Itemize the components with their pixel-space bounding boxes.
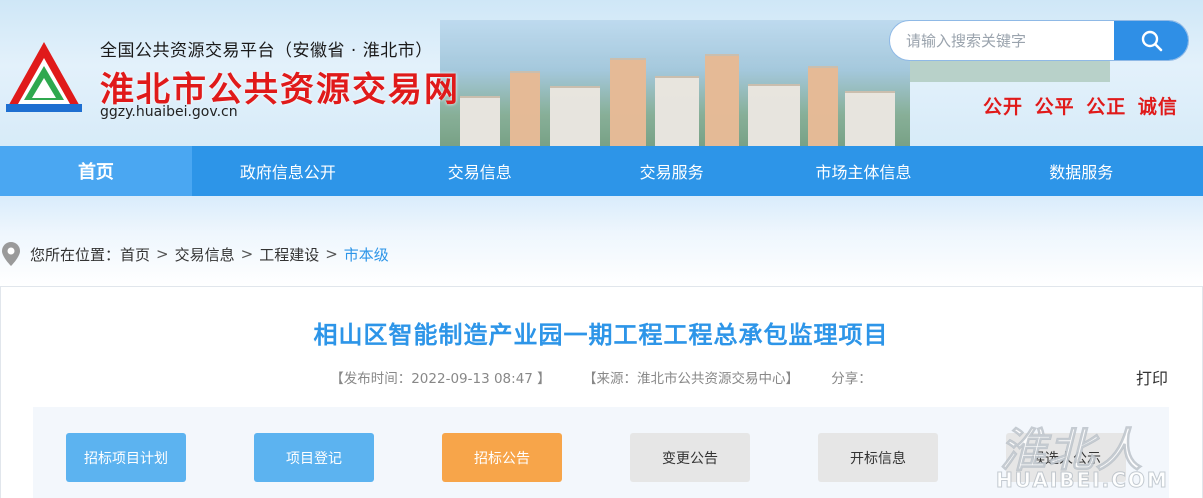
nav-item-market-entity[interactable]: 市场主体信息 — [768, 146, 960, 196]
search-input[interactable] — [890, 21, 1112, 60]
print-button[interactable]: 打印 — [1136, 365, 1168, 389]
tab-project-registration[interactable]: 项目登记 — [254, 433, 374, 482]
publish-time: 【发布时间：2022-09-13 08:47 】 — [330, 371, 551, 387]
source: 【来源：淮北市公共资源交易中心】 — [582, 371, 799, 387]
breadcrumb-home[interactable]: 首页 — [120, 244, 150, 265]
nav-item-home[interactable]: 首页 — [0, 146, 192, 196]
site-domain: ggzy.huaibei.gov.cn — [100, 104, 238, 120]
nav-item-trade-info[interactable]: 交易信息 — [384, 146, 576, 196]
nav-item-data-service[interactable]: 数据服务 — [959, 146, 1203, 196]
breadcrumb-separator: > — [156, 245, 169, 263]
main-nav: 首页 政府信息公开 交易信息 交易服务 市场主体信息 数据服务 — [0, 146, 1203, 196]
breadcrumb-separator: > — [240, 245, 254, 263]
breadcrumb-engineering[interactable]: 工程建设 — [259, 244, 319, 265]
search-icon — [1141, 30, 1163, 51]
article-card: 相山区智能制造产业园一期工程工程总承包监理项目 【发布时间：2022-09-13… — [0, 286, 1203, 498]
article-title: 相山区智能制造产业园一期工程工程总承包监理项目 — [313, 321, 889, 349]
breadcrumb-separator: > — [325, 245, 338, 263]
tab-bid-opening[interactable]: 开标信息 — [818, 433, 938, 482]
breadcrumb: 您所在位置： 首页 > 交易信息 > 工程建设 > 市本级 — [0, 240, 389, 268]
nav-item-trade-service[interactable]: 交易服务 — [576, 146, 768, 196]
breadcrumb-prefix: 您所在位置： — [30, 245, 121, 264]
location-pin-icon — [2, 242, 20, 266]
tab-bid-plan[interactable]: 招标项目计划 — [66, 433, 186, 482]
tab-candidate-publicity[interactable]: 候选人公示 — [1006, 433, 1126, 482]
site-logo-icon — [6, 42, 82, 112]
article-meta: 【发布时间：2022-09-13 08:47 】 【来源：淮北市公共资源交易中心… — [1, 367, 1201, 387]
nav-item-gov-info[interactable]: 政府信息公开 — [192, 146, 384, 196]
slogan: 公开 公平 公正 诚信 — [983, 96, 1178, 118]
search-button[interactable] — [1114, 21, 1188, 60]
platform-line: 全国公共资源交易平台（安徽省 · 淮北市） — [100, 41, 433, 61]
tab-change-announcement[interactable]: 变更公告 — [630, 433, 750, 482]
breadcrumb-trade-info[interactable]: 交易信息 — [175, 244, 235, 265]
stage-tabs: 招标项目计划 项目登记 招标公告 变更公告 开标信息 候选人公示 — [33, 407, 1169, 498]
city-banner-image — [440, 20, 1110, 146]
share-label: 分享： — [831, 371, 872, 387]
site-header: 全国公共资源交易平台（安徽省 · 淮北市） 淮北市公共资源交易网 ggzy.hu… — [0, 0, 1203, 146]
search-box — [889, 20, 1189, 61]
tab-bid-announcement[interactable]: 招标公告 — [442, 433, 562, 482]
breadcrumb-current[interactable]: 市本级 — [344, 244, 389, 265]
